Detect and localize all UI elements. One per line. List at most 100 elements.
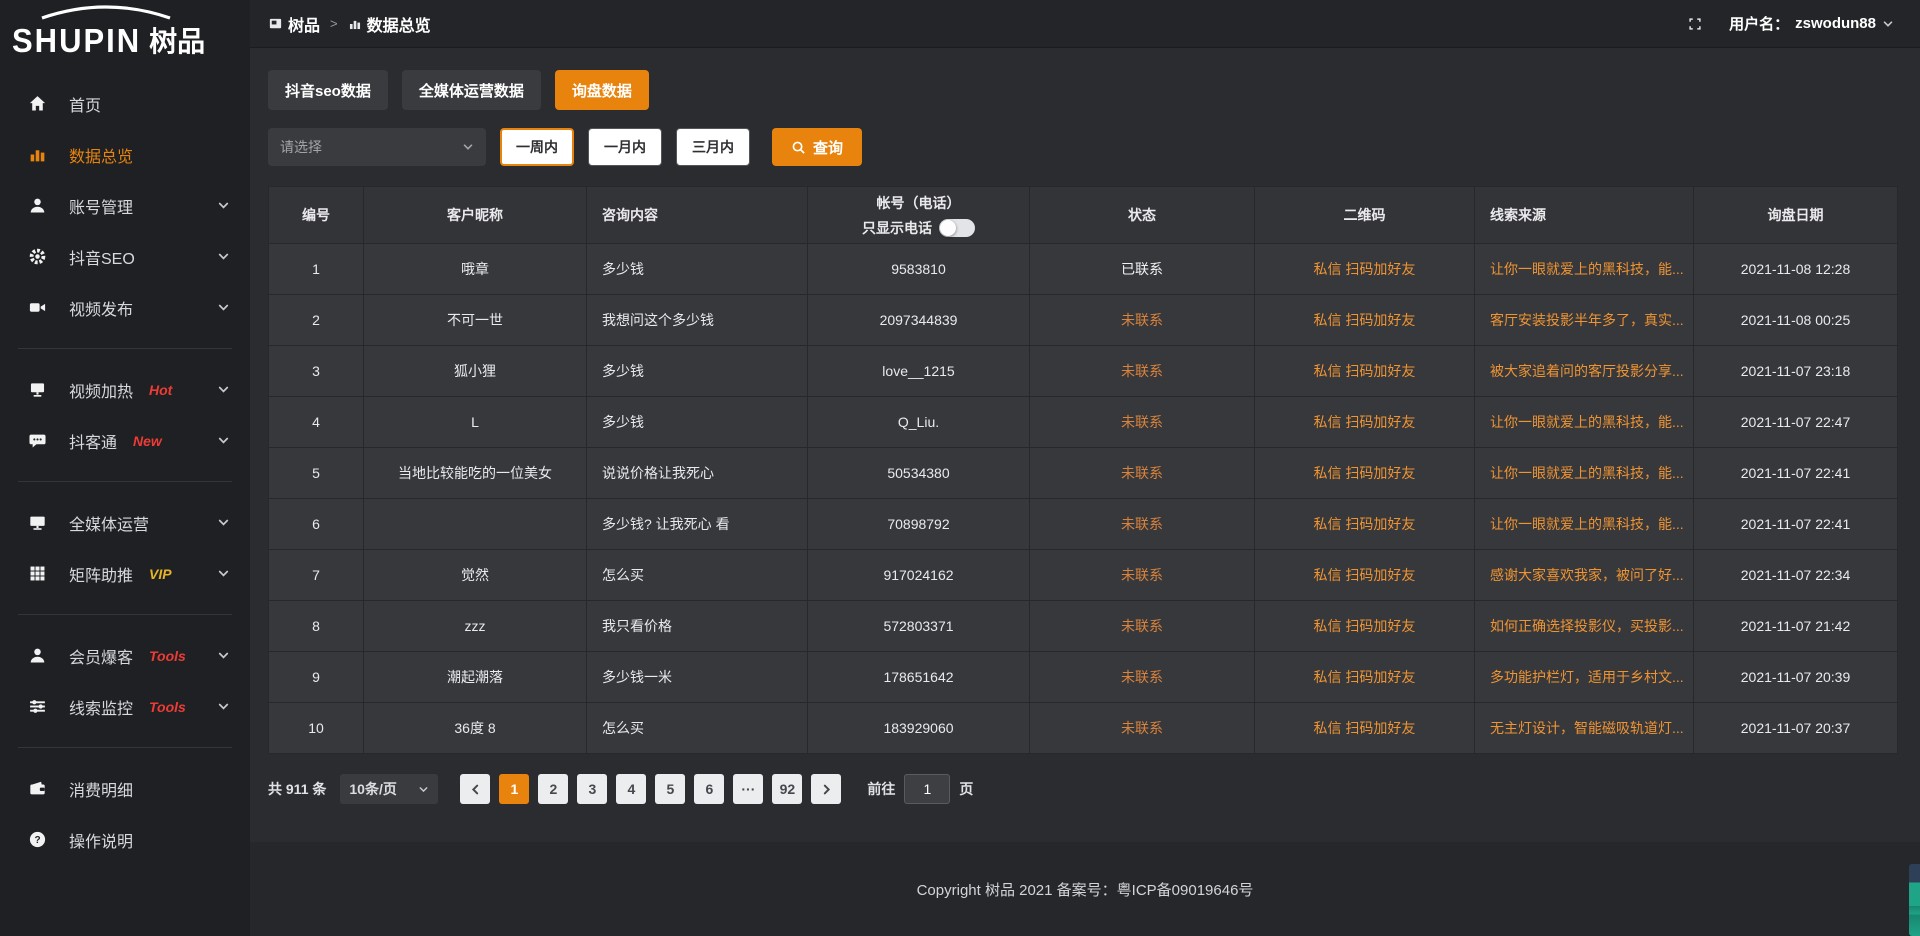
goto-page-input[interactable] [904, 774, 950, 804]
cell-source-link[interactable]: 如何正确选择投影仪，买投影... [1475, 601, 1694, 652]
sidebar-item-2[interactable]: 账号管理 [0, 180, 250, 231]
sidebar-item-9[interactable]: 全媒体运营 [0, 497, 250, 548]
floating-widget[interactable] [1909, 864, 1920, 936]
cell-source-link[interactable]: 被大家追着问的客厅投影分享... [1475, 346, 1694, 397]
next-page-button[interactable] [811, 774, 841, 804]
tab-0[interactable]: 抖音seo数据 [268, 70, 388, 110]
cell-qrcode-link[interactable]: 私信 扫码加好友 [1255, 397, 1475, 448]
breadcrumb-root[interactable]: 树品 [268, 12, 320, 36]
cell-source-link[interactable]: 让你一眼就爱上的黑科技，能... [1475, 448, 1694, 499]
cell-date: 2021-11-07 23:18 [1694, 346, 1898, 397]
page-button-92[interactable]: 92 [772, 774, 802, 804]
cell-source-link[interactable]: 多功能护栏灯，适用于乡村文... [1475, 652, 1694, 703]
sidebar-item-badge: New [133, 433, 162, 449]
range-button-1[interactable]: 一月内 [588, 128, 662, 166]
range-button-0[interactable]: 一周内 [500, 128, 574, 166]
cell-qrcode-link[interactable]: 私信 扫码加好友 [1255, 652, 1475, 703]
page-button-1[interactable]: 1 [499, 774, 529, 804]
video-icon [28, 298, 47, 317]
cell-id: 10 [269, 703, 364, 754]
page-button-3[interactable]: 3 [577, 774, 607, 804]
sidebar-item-label: 抖音SEO [69, 245, 135, 269]
status-badge: 未联系 [1030, 346, 1255, 397]
col-nickname: 客户昵称 [364, 187, 587, 244]
table-row: 9潮起潮落多少钱一米178651642未联系私信 扫码加好友多功能护栏灯，适用于… [269, 652, 1898, 703]
breadcrumb-current[interactable]: 数据总览 [348, 12, 431, 36]
tab-2[interactable]: 询盘数据 [555, 70, 649, 110]
phone-only-toggle[interactable] [939, 219, 975, 237]
cell-date: 2021-11-07 21:42 [1694, 601, 1898, 652]
sidebar-item-badge: Hot [149, 382, 172, 398]
cell-id: 1 [269, 244, 364, 295]
account-select[interactable]: 请选择 [268, 128, 486, 166]
cell-nickname: L [364, 397, 587, 448]
page-button-5[interactable]: 5 [655, 774, 685, 804]
sidebar-item-3[interactable]: 抖音SEO [0, 231, 250, 282]
sidebar-item-12[interactable]: 会员爆客 Tools [0, 630, 250, 681]
cell-account: 50534380 [808, 448, 1030, 499]
cell-source-link[interactable]: 让你一眼就爱上的黑科技，能... [1475, 397, 1694, 448]
sidebar-item-label: 会员爆客 [69, 644, 133, 668]
range-button-2[interactable]: 三月内 [676, 128, 750, 166]
status-badge: 未联系 [1030, 397, 1255, 448]
sidebar-item-15[interactable]: 消费明细 [0, 763, 250, 814]
cell-id: 9 [269, 652, 364, 703]
cell-account: Q_Liu. [808, 397, 1030, 448]
page-button-2[interactable]: 2 [538, 774, 568, 804]
sidebar-item-7[interactable]: 抖客通New [0, 415, 250, 466]
cell-account: 178651642 [808, 652, 1030, 703]
cell-qrcode-link[interactable]: 私信 扫码加好友 [1255, 499, 1475, 550]
sidebar-item-13[interactable]: 线索监控Tools [0, 681, 250, 732]
cell-date: 2021-11-07 22:41 [1694, 448, 1898, 499]
col-account-title: 帐号（电话） [808, 193, 1029, 213]
cell-source-link[interactable]: 感谢大家喜欢我家，被问了好... [1475, 550, 1694, 601]
cell-source-link[interactable]: 让你一眼就爱上的黑科技，能... [1475, 499, 1694, 550]
sidebar-divider [18, 614, 232, 615]
fullscreen-icon[interactable] [1687, 16, 1703, 32]
cell-qrcode-link[interactable]: 私信 扫码加好友 [1255, 550, 1475, 601]
sidebar-item-label: 视频发布 [69, 296, 133, 320]
sidebar-item-10[interactable]: 矩阵助推VIP [0, 548, 250, 599]
page-ellipsis-button[interactable]: ··· [733, 774, 763, 804]
cell-content: 怎么买 [587, 550, 808, 601]
cell-qrcode-link[interactable]: 私信 扫码加好友 [1255, 703, 1475, 754]
cell-qrcode-link[interactable]: 私信 扫码加好友 [1255, 244, 1475, 295]
question-icon: ? [28, 830, 47, 849]
cell-content: 我只看价格 [587, 601, 808, 652]
sidebar-item-label: 账号管理 [69, 194, 133, 218]
app-window-icon [268, 16, 283, 31]
prev-page-button[interactable] [460, 774, 490, 804]
col-id: 编号 [269, 187, 364, 244]
cell-qrcode-link[interactable]: 私信 扫码加好友 [1255, 448, 1475, 499]
cell-date: 2021-11-07 22:41 [1694, 499, 1898, 550]
cell-source-link[interactable]: 无主灯设计，智能磁吸轨道灯... [1475, 703, 1694, 754]
cell-content: 多少钱 [587, 244, 808, 295]
query-button[interactable]: 查询 [772, 128, 862, 166]
sidebar-item-0[interactable]: 首页 [0, 78, 250, 129]
chevron-down-icon [217, 567, 230, 580]
chevron-down-icon [418, 784, 429, 795]
data-tabs: 抖音seo数据全媒体运营数据询盘数据 [268, 70, 1898, 110]
sidebar-item-badge: Tools [149, 648, 186, 664]
page-size-select[interactable]: 10条/页 [340, 774, 438, 804]
chevron-down-icon [217, 301, 230, 314]
tab-1[interactable]: 全媒体运营数据 [402, 70, 541, 110]
page-button-4[interactable]: 4 [616, 774, 646, 804]
cell-nickname: 当地比较能吃的一位美女 [364, 448, 587, 499]
cell-qrcode-link[interactable]: 私信 扫码加好友 [1255, 346, 1475, 397]
sidebar-item-1[interactable]: 数据总览 [0, 129, 250, 180]
chevron-down-icon [217, 383, 230, 396]
cell-source-link[interactable]: 让你一眼就爱上的黑科技，能... [1475, 244, 1694, 295]
cell-qrcode-link[interactable]: 私信 扫码加好友 [1255, 295, 1475, 346]
sidebar-item-badge: VIP [149, 566, 172, 582]
sidebar-item-6[interactable]: 视频加热Hot [0, 364, 250, 415]
sidebar-item-4[interactable]: 视频发布 [0, 282, 250, 333]
cell-date: 2021-11-07 20:37 [1694, 703, 1898, 754]
user-menu[interactable]: 用户名： zswodun88 [1729, 13, 1894, 34]
goto-label: 前往 [867, 779, 895, 799]
page-button-6[interactable]: 6 [694, 774, 724, 804]
cell-source-link[interactable]: 客厅安装投影半年多了，真实... [1475, 295, 1694, 346]
cell-qrcode-link[interactable]: 私信 扫码加好友 [1255, 601, 1475, 652]
logo-text-cn: 树品 [149, 26, 205, 57]
sidebar-item-16[interactable]: ?操作说明 [0, 814, 250, 865]
